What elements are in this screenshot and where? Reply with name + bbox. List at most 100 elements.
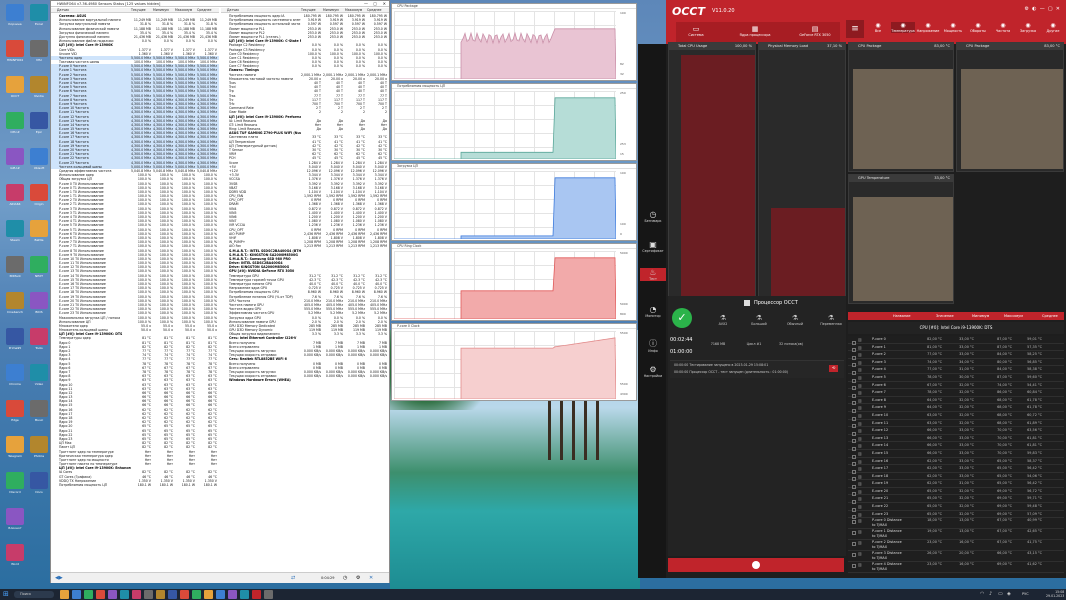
- sensor-table-row[interactable]: ▥ P-core 1 81,00 °C 33,00 °C 87,00 °C 57,35 °…: [848, 344, 1064, 353]
- desktop-icon-10[interactable]: [6, 328, 24, 345]
- desktop-icon-11[interactable]: [6, 364, 24, 381]
- desktop-icon-20[interactable]: [30, 112, 48, 129]
- tab-7[interactable]: ◉ Загрузка: [1016, 22, 1040, 33]
- notification-icon[interactable]: ◈: [1007, 591, 1011, 597]
- col-current[interactable]: Текущее: [131, 8, 153, 13]
- minimize-icon[interactable]: —: [364, 1, 368, 7]
- sensor-table-row[interactable]: ▥ E-core 14 66,00 °C 33,00 °C 70,00 °C 61,81 …: [848, 442, 1064, 451]
- tab-4[interactable]: ◉ Мощность: [941, 22, 965, 33]
- col-value[interactable]: Значение: [936, 312, 954, 320]
- col-min-occt[interactable]: Минимум: [972, 312, 989, 320]
- sensor-row[interactable]: Windows Hardware Errors (WHEA): [221, 378, 389, 382]
- sensor-table-row[interactable]: ▥ E-core 8 64,00 °C 32,00 °C 68,00 °C 61,78 °…: [848, 397, 1064, 406]
- occt-window[interactable]: OCCT V11.0.20 ⚙ ◐ — ▢ ✕ ▭ Система ▦ Ядра п…: [638, 0, 1066, 578]
- hwinfo-right-list[interactable]: Потребляемая мощность ядер IA 180.795 W 18…: [221, 14, 389, 570]
- row-checkbox[interactable]: [852, 542, 856, 547]
- col-current-2[interactable]: Текущее: [301, 8, 323, 13]
- sensor-table-row[interactable]: ▥ P-core 4 Distance to TjMAX 23,00 °C 16,00…: [848, 562, 1064, 574]
- desktop-icon-17[interactable]: [30, 4, 48, 21]
- side-nav-6[interactable]: ⚙ Настройки: [640, 365, 666, 378]
- side-nav-2[interactable]: ▣ Сертификат: [640, 240, 666, 253]
- taskbar-app-17[interactable]: [252, 590, 261, 599]
- sensor-table-row[interactable]: ▥ P-core 6 67,00 °C 32,00 °C 74,00 °C 54,41 °…: [848, 382, 1064, 391]
- close-sensors-icon[interactable]: ✕: [369, 575, 373, 581]
- row-graph-icon[interactable]: ▥: [858, 480, 862, 488]
- desktop-icon-7[interactable]: [6, 220, 24, 237]
- taskbar-app-6[interactable]: [120, 590, 129, 599]
- desktop-icon-6[interactable]: [6, 184, 24, 201]
- desktop-icon-22[interactable]: [30, 184, 48, 201]
- row-graph-icon[interactable]: ▥: [858, 529, 862, 534]
- sensor-table-row[interactable]: ▥ E-core 15 66,00 °C 33,00 °C 70,00 °C 59,83 …: [848, 450, 1064, 459]
- desktop-icon-8[interactable]: [6, 256, 24, 273]
- row-graph-icon[interactable]: ▥: [858, 359, 862, 367]
- tray-lang[interactable]: РУС: [1022, 592, 1029, 596]
- tab-8[interactable]: ◉ Другие: [1041, 22, 1065, 33]
- sensor-table-row[interactable]: ▥ E-core 11 63,00 °C 32,00 °C 68,00 °C 61,89 …: [848, 420, 1064, 429]
- col-name[interactable]: Название: [893, 312, 911, 320]
- taskbar-app-8[interactable]: [144, 590, 153, 599]
- settings-icon[interactable]: ⚙: [356, 575, 360, 581]
- taskbar-app-14[interactable]: [216, 590, 225, 599]
- tab-3[interactable]: ◉ Напряжение: [916, 22, 940, 33]
- row-graph-icon[interactable]: ▥: [858, 351, 862, 359]
- tab-cpu-cores[interactable]: ▦ Ядра процессора: [730, 25, 780, 37]
- hwinfo-right-header[interactable]: Датчик Текущее Минимум Максимум Среднее: [221, 8, 389, 13]
- tab-gpu[interactable]: ▤ GeForce RTX 3050: [790, 25, 840, 37]
- desktop-icon-24[interactable]: [30, 256, 48, 273]
- desktop-icon-13[interactable]: [6, 436, 24, 453]
- sensor-table-row[interactable]: ▥ E-core 16 62,00 °C 33,00 °C 65,00 °C 58,37 …: [848, 458, 1064, 467]
- hwinfo-left-header[interactable]: Датчик Текущее Минимум Максимум Среднее: [51, 8, 219, 13]
- col-sensor[interactable]: Датчик: [51, 8, 131, 13]
- sensor-table-row[interactable]: ▥ E-core 19 62,00 °C 31,00 °C 65,00 °C 56,42 …: [848, 480, 1064, 489]
- desktop-icon-3[interactable]: [6, 76, 24, 93]
- row-graph-icon[interactable]: ▥: [858, 435, 862, 443]
- side-nav-5[interactable]: ⓘ Инфо: [640, 338, 666, 353]
- desktop-icon-16[interactable]: [6, 544, 24, 561]
- stop-log-icon[interactable]: ⟲: [829, 365, 838, 372]
- sensor-table-row[interactable]: ▥ P-core 3 Distance to TjMAX 26,00 °C 20,00…: [848, 551, 1064, 563]
- close-icon[interactable]: ✕: [383, 1, 386, 7]
- sensor-table-row[interactable]: ▥ P-core 0 82,00 °C 33,00 °C 87,00 °C 59,01 °…: [848, 336, 1064, 345]
- tab-6[interactable]: ◉ Частота: [991, 22, 1015, 33]
- side-nav-4[interactable]: ◔ Монитор: [640, 305, 666, 318]
- side-nav-1[interactable]: ◷ Бенчмарк: [640, 210, 666, 223]
- start-icon[interactable]: ⊞: [3, 590, 9, 598]
- sensor-table-row[interactable]: ▥ E-core 23 65,00 °C 32,00 °C 69,00 °C 57,09 …: [848, 511, 1064, 520]
- desktop-icon-27[interactable]: [30, 364, 48, 381]
- col-avg[interactable]: Среднее: [197, 8, 217, 13]
- battery-icon[interactable]: ▭: [998, 591, 1003, 597]
- sensor-table-row[interactable]: ▥ E-core 21 65,00 °C 32,00 °C 69,00 °C 59,71 …: [848, 495, 1064, 505]
- taskbar-app-2[interactable]: [72, 590, 81, 599]
- sensor-table-row[interactable]: ▥ P-core 3 74,00 °C 34,00 °C 80,00 °C 56,85 °…: [848, 359, 1064, 368]
- row-graph-icon[interactable]: ▥: [858, 336, 862, 344]
- row-graph-icon[interactable]: ▥: [858, 442, 862, 450]
- desktop-icon-5[interactable]: [6, 148, 24, 165]
- col-max-2[interactable]: Максимум: [345, 8, 367, 13]
- test-option-1[interactable]: ⚗ AVX2: [708, 314, 738, 326]
- test-option-3[interactable]: ⚗ Обычный: [780, 314, 810, 326]
- graph-window[interactable]: CPU Package 100 32 82: [391, 3, 637, 81]
- row-graph-icon[interactable]: ▥: [858, 450, 862, 458]
- graph-window[interactable]: Потребляемая мощность ЦП 250 15 253: [391, 83, 637, 161]
- network-icon[interactable]: ⇄: [291, 575, 295, 581]
- tray-clock[interactable]: 15:08 29.01.2023: [1046, 590, 1064, 599]
- taskbar-app-4[interactable]: [96, 590, 105, 599]
- wifi-icon[interactable]: ◠: [980, 591, 984, 597]
- nav-left-icon[interactable]: ◀▶: [55, 575, 63, 581]
- row-graph-icon[interactable]: ▥: [858, 551, 862, 556]
- desktop-icon-26[interactable]: [30, 328, 48, 345]
- row-graph-icon[interactable]: ▥: [858, 427, 862, 435]
- row-graph-icon[interactable]: ▥: [858, 366, 862, 374]
- taskbar-app-11[interactable]: [180, 590, 189, 599]
- row-graph-icon[interactable]: ▥: [858, 374, 862, 382]
- row-checkbox[interactable]: [852, 564, 856, 569]
- row-graph-icon[interactable]: ▥: [858, 540, 862, 545]
- taskbar-app-15[interactable]: [228, 590, 237, 599]
- hwinfo-window[interactable]: HWiNFO64 v7.36-4980 Sensors Status [125 …: [50, 0, 390, 583]
- col-min-2[interactable]: Минимум: [323, 8, 345, 13]
- taskbar-app-7[interactable]: [132, 590, 141, 599]
- taskbar-app-12[interactable]: [192, 590, 201, 599]
- row-graph-icon[interactable]: ▥: [858, 503, 862, 511]
- desktop-icon-14[interactable]: [6, 472, 24, 489]
